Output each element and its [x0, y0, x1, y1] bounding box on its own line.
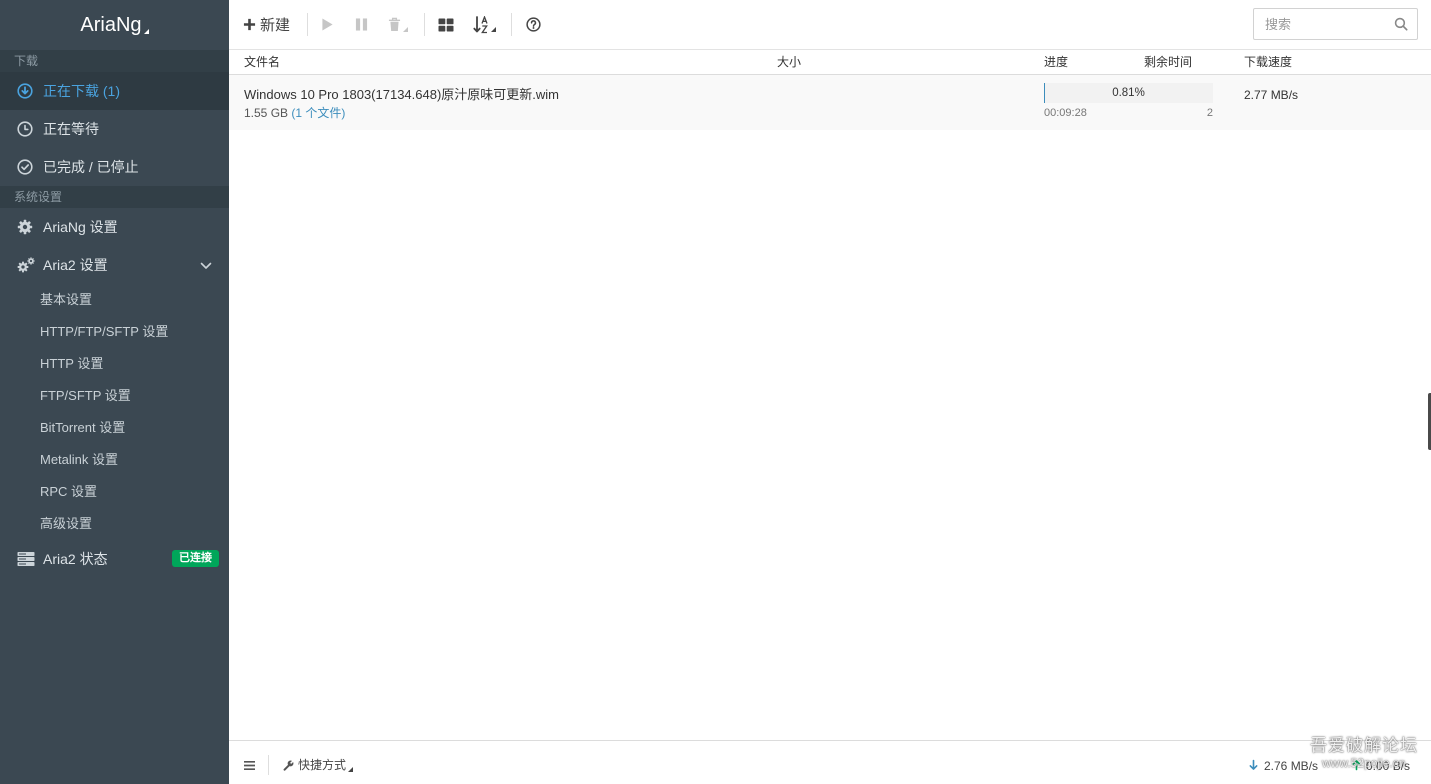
pause-button[interactable] — [355, 0, 368, 49]
app-logo-text: AriaNg — [80, 13, 142, 36]
sidebar-item-ariang-settings[interactable]: AriaNg 设置 — [0, 208, 229, 246]
shortcuts-label: 快捷方式 — [298, 758, 347, 772]
trash-icon — [388, 17, 401, 32]
arrow-circle-down-icon — [17, 83, 33, 99]
sidebar-header-settings: 系统设置 — [0, 186, 229, 208]
global-upload-speed: 0.00 B/s — [1366, 759, 1411, 773]
clock-icon — [17, 121, 33, 137]
toolbar-divider — [307, 13, 308, 36]
sidebar-item-label: 已完成 / 已停止 — [43, 159, 139, 175]
arrow-down-icon — [1249, 759, 1258, 771]
help-button[interactable] — [526, 0, 541, 49]
sidebar-subitem-bittorrent[interactable]: BitTorrent 设置 — [0, 412, 229, 444]
toolbar: 新建 — [229, 0, 1431, 50]
sidebar-subitem-basic[interactable]: 基本设置 — [0, 284, 229, 316]
main-content: 新建 文件名 大小 进度 剩余时 — [229, 0, 1431, 784]
sidebar-item-stopped[interactable]: 已完成 / 已停止 — [0, 148, 229, 186]
sidebar-item-waiting[interactable]: 正在等待 — [0, 110, 229, 148]
sidebar: AriaNg 下载 正在下载 (1) 正在等待 已完成 / 已停止 系统设置 A… — [0, 0, 229, 784]
caret-icon — [143, 28, 149, 34]
question-circle-icon — [526, 17, 541, 32]
select-all-button[interactable] — [438, 0, 454, 49]
download-speed: 2.77 MB/s — [1244, 88, 1299, 102]
sidebar-item-aria2-settings[interactable]: Aria2 设置 — [0, 246, 229, 284]
sidebar-item-label: Aria2 设置 — [43, 257, 108, 273]
progress-bar: 0.81% — [1044, 83, 1213, 103]
sidebar-item-aria2-status[interactable]: Aria2 状态 已连接 — [0, 540, 229, 578]
sidebar-subitem-advanced[interactable]: 高级设置 — [0, 508, 229, 540]
global-download-speed: 2.76 MB/s — [1264, 759, 1319, 773]
server-icon — [17, 551, 35, 567]
toolbar-divider — [511, 13, 512, 36]
play-icon — [321, 17, 334, 32]
connections-count: 2 — [1206, 107, 1213, 119]
column-header-speed[interactable]: 下载速度 — [1244, 55, 1292, 69]
gear-icon — [17, 219, 33, 235]
sidebar-item-label: 正在等待 — [43, 121, 99, 137]
caret-icon — [348, 766, 354, 772]
task-table-header: 文件名 大小 进度 剩余时间 下载速度 — [229, 50, 1431, 75]
task-files-link[interactable]: (1 个文件) — [291, 106, 345, 120]
task-size: 1.55 GB — [244, 106, 289, 120]
sidebar-subitem-http[interactable]: HTTP 设置 — [0, 348, 229, 380]
delete-button[interactable] — [388, 0, 408, 49]
column-header-name[interactable]: 文件名 — [244, 55, 280, 69]
sidebar-item-label: Aria2 状态 — [43, 551, 108, 567]
chevron-down-icon[interactable] — [200, 262, 212, 270]
caret-icon — [403, 27, 408, 32]
new-task-button[interactable]: 新建 — [243, 0, 290, 49]
sidebar-item-label: AriaNg 设置 — [43, 219, 118, 235]
remaining-time: 00:09:28 — [1044, 107, 1087, 119]
grid-icon — [438, 18, 454, 32]
task-name: Windows 10 Pro 1803(17134.648)原汁原味可更新.wi… — [244, 87, 560, 102]
footer-divider — [268, 755, 269, 775]
column-header-progress[interactable]: 进度 — [1044, 55, 1068, 69]
start-button[interactable] — [321, 0, 334, 49]
sidebar-subitem-rpc[interactable]: RPC 设置 — [0, 476, 229, 508]
sidebar-subitem-metalink[interactable]: Metalink 设置 — [0, 444, 229, 476]
bars-icon[interactable] — [243, 760, 256, 771]
app-logo[interactable]: AriaNg — [0, 0, 229, 50]
sort-alpha-icon — [473, 15, 489, 34]
column-header-size[interactable]: 大小 — [777, 55, 801, 69]
pause-icon — [355, 17, 368, 32]
shortcuts-button[interactable]: 快捷方式 — [283, 758, 354, 772]
caret-icon — [491, 27, 496, 32]
gears-icon — [17, 257, 35, 273]
toolbar-divider — [424, 13, 425, 36]
search-icon[interactable] — [1394, 17, 1408, 31]
new-task-label: 新建 — [260, 17, 291, 34]
sidebar-item-downloading[interactable]: 正在下载 (1) — [0, 72, 229, 110]
plus-icon — [243, 18, 256, 31]
sidebar-header-download: 下载 — [0, 50, 229, 72]
sidebar-subitem-ftp-sftp[interactable]: FTP/SFTP 设置 — [0, 380, 229, 412]
footer: 快捷方式 2.76 MB/s 0.00 B/s — [229, 740, 1431, 784]
column-header-remaining[interactable]: 剩余时间 — [1144, 55, 1192, 69]
wrench-icon — [283, 759, 294, 771]
search-input[interactable] — [1254, 9, 1417, 39]
sidebar-subitem-http-ftp-sftp[interactable]: HTTP/FTP/SFTP 设置 — [0, 316, 229, 348]
check-circle-icon — [17, 159, 33, 175]
task-size-info: 1.55 GB (1 个文件) — [244, 106, 345, 120]
arrow-up-icon — [1352, 759, 1361, 771]
status-badge: 已连接 — [172, 550, 219, 567]
table-row[interactable]: Windows 10 Pro 1803(17134.648)原汁原味可更新.wi… — [229, 75, 1431, 130]
search-box — [1253, 8, 1418, 40]
task-meta: 00:09:28 2 — [1044, 106, 1213, 120]
progress-text: 0.81% — [1112, 87, 1145, 99]
sidebar-item-label: 正在下载 (1) — [43, 83, 120, 99]
sort-button[interactable] — [473, 0, 496, 49]
